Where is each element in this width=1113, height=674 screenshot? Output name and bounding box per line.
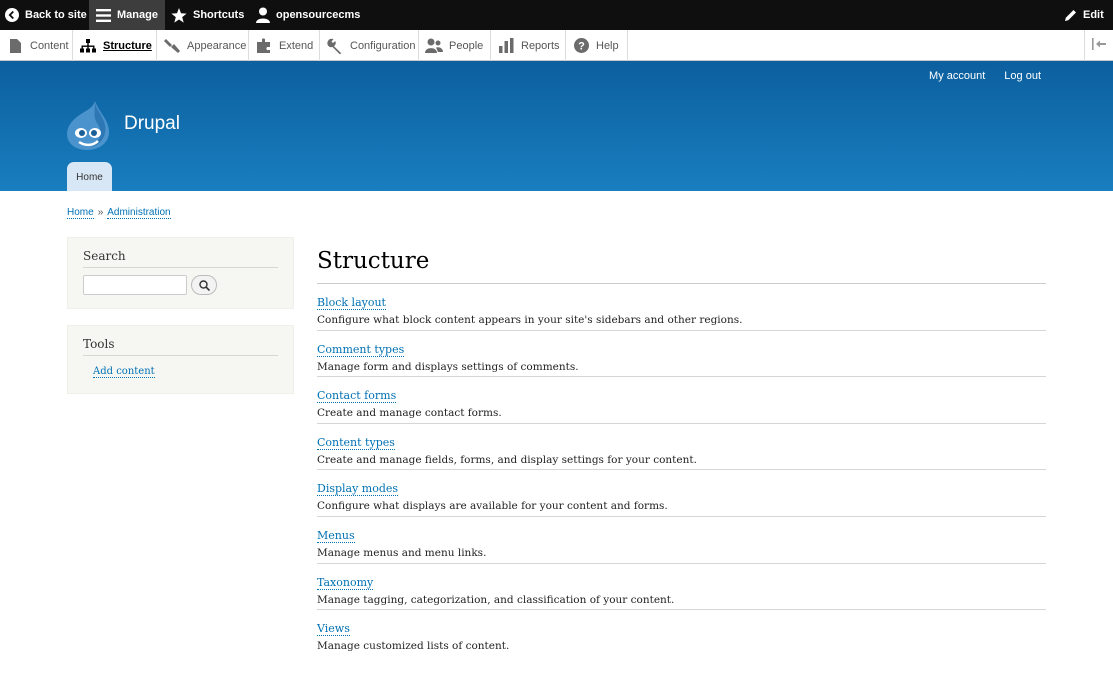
manage-label: Manage <box>117 9 158 21</box>
admin-list-item: Block layout Configure what block conten… <box>317 284 1046 331</box>
user-tab[interactable]: opensourcecms <box>256 0 360 30</box>
bar-chart-icon <box>497 38 515 54</box>
shortcuts-tab[interactable]: Shortcuts <box>171 0 244 30</box>
people-icon <box>425 38 443 54</box>
main-menu-home-tab[interactable]: Home <box>67 162 112 191</box>
admin-list: Block layout Configure what block conten… <box>317 283 1046 657</box>
user-icon <box>256 7 270 23</box>
admin-list-item: Contact forms Create and manage contact … <box>317 377 1046 424</box>
tray-item-help[interactable]: ? Help <box>566 30 628 61</box>
breadcrumb-separator: » <box>97 207 104 218</box>
tray-item-people[interactable]: People <box>419 30 491 61</box>
admin-item-description: Manage tagging, categorization, and clas… <box>317 593 675 606</box>
admin-list-item: Taxonomy Manage tagging, categorization,… <box>317 564 1046 611</box>
tray-item-label: Content <box>30 39 69 52</box>
file-icon <box>6 38 24 54</box>
admin-tray: Content Structure Appearance Extend Conf… <box>0 30 1113 61</box>
admin-item-link[interactable]: Block layout <box>317 296 386 310</box>
tray-item-label: Configuration <box>350 39 416 52</box>
tray-item-appearance[interactable]: Appearance <box>157 30 249 61</box>
admin-toolbar: Back to site Manage Shortcuts opensource… <box>0 0 1113 30</box>
star-icon <box>171 7 187 23</box>
admin-item-description: Manage menus and menu links. <box>317 546 487 559</box>
tray-item-structure[interactable]: Structure <box>73 30 157 61</box>
tray-item-configuration[interactable]: Configuration <box>320 30 419 61</box>
user-label: opensourcecms <box>276 9 361 21</box>
admin-item-link[interactable]: Display modes <box>317 482 399 497</box>
admin-item-link[interactable]: Content types <box>317 435 395 450</box>
collapse-left-icon <box>1092 37 1106 55</box>
add-content-link[interactable]: Add content <box>93 366 155 378</box>
admin-item-description: Configure what displays are available fo… <box>317 500 668 513</box>
drupal-logo[interactable] <box>65 99 113 151</box>
admin-item-link[interactable]: Taxonomy <box>317 575 374 590</box>
admin-list-item: Views Manage customized lists of content… <box>317 610 1046 657</box>
site-header: My account Log out Drupal Home <box>0 61 1113 191</box>
search-input[interactable] <box>83 275 187 295</box>
admin-list-item: Display modes Configure what displays ar… <box>317 470 1046 517</box>
admin-item-link[interactable]: Views <box>317 622 350 637</box>
admin-item-link[interactable]: Contact forms <box>317 389 397 404</box>
tools-block-title: Tools <box>83 337 115 351</box>
breadcrumb-administration-link[interactable]: Administration <box>107 207 171 219</box>
tray-item-label: Extend <box>279 39 314 52</box>
admin-item-link[interactable]: Comment types <box>317 342 405 357</box>
back-arrow-icon <box>5 8 19 22</box>
sitemap-icon <box>79 38 97 54</box>
search-icon <box>198 276 210 295</box>
admin-item-description: Configure what block content appears in … <box>317 314 743 326</box>
my-account-link[interactable]: My account <box>929 70 985 82</box>
log-out-link[interactable]: Log out <box>1004 70 1041 82</box>
admin-item-description: Manage form and displays settings of com… <box>317 360 579 373</box>
puzzle-icon <box>255 38 273 54</box>
tray-item-extend[interactable]: Extend <box>249 30 320 61</box>
admin-item-description: Create and manage contact forms. <box>317 407 502 420</box>
tray-item-label: People <box>449 39 484 52</box>
back-to-site-button[interactable]: Back to site <box>5 0 87 30</box>
tray-item-content[interactable]: Content <box>0 30 73 61</box>
tray-item-label: Structure <box>103 39 152 52</box>
admin-item-description: Create and manage fields, forms, and dis… <box>317 453 697 466</box>
tray-item-label: Appearance <box>187 39 247 52</box>
site-name[interactable]: Drupal <box>124 113 180 135</box>
tray-item-label: Reports <box>521 39 560 52</box>
user-links: My account Log out <box>929 70 1041 82</box>
search-block: Search <box>67 237 294 309</box>
wrench-icon <box>326 38 344 54</box>
admin-item-description: Manage customized lists of content. <box>317 640 510 653</box>
tray-item-reports[interactable]: Reports <box>491 30 566 61</box>
breadcrumb-home-link[interactable]: Home <box>67 207 94 219</box>
tray-orientation-toggle[interactable] <box>1084 30 1113 61</box>
admin-list-item: Content types Create and manage fields, … <box>317 424 1046 471</box>
breadcrumb: Home» Administration <box>67 207 171 219</box>
edit-label: Edit <box>1083 9 1104 21</box>
back-to-site-label: Back to site <box>25 9 87 21</box>
svg-text:?: ? <box>578 40 585 52</box>
edit-button[interactable]: Edit <box>1064 0 1104 30</box>
admin-list-item: Comment types Manage form and displays s… <box>317 331 1046 378</box>
search-button[interactable] <box>191 275 217 295</box>
block-divider <box>83 267 278 268</box>
admin-list-item: Menus Manage menus and menu links. <box>317 517 1046 564</box>
admin-item-link[interactable]: Menus <box>317 528 355 543</box>
paint-icon <box>163 38 181 54</box>
manage-tab[interactable]: Manage <box>89 0 165 30</box>
search-block-title: Search <box>83 249 126 263</box>
pencil-icon <box>1064 9 1077 22</box>
page-title: Structure <box>317 248 430 274</box>
help-icon: ? <box>572 38 590 54</box>
hamburger-icon <box>96 8 111 22</box>
tray-item-label: Help <box>596 39 619 52</box>
shortcuts-label: Shortcuts <box>193 9 245 21</box>
block-divider <box>83 355 278 356</box>
tools-block: Tools Add content <box>67 325 294 394</box>
